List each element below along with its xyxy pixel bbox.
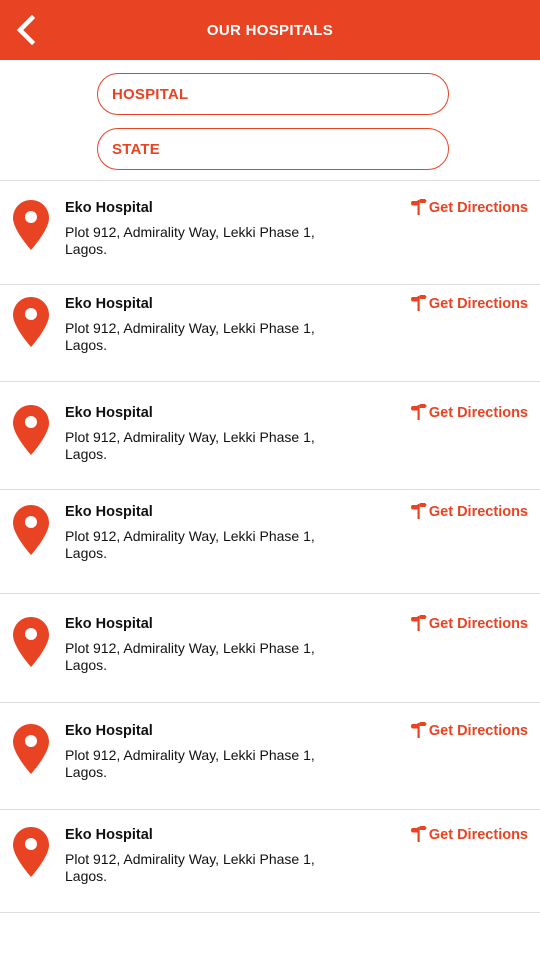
- hospital-address: Plot 912, Admirality Way, Lekki Phase 1,…: [65, 851, 315, 884]
- hospital-filter[interactable]: HOSPITAL: [97, 73, 449, 115]
- map-pin-icon: [13, 827, 49, 877]
- map-pin-icon: [13, 724, 49, 774]
- get-directions-label: Get Directions: [428, 616, 528, 632]
- get-directions-label: Get Directions: [428, 504, 528, 520]
- page-title: OUR HOSPITALS: [206, 22, 334, 39]
- hospital-list-item[interactable]: Eko Hospital Plot 912, Admirality Way, L…: [0, 703, 540, 810]
- hospital-name: Eko Hospital: [65, 616, 153, 632]
- hospital-address: Plot 912, Admirality Way, Lekki Phase 1,…: [65, 747, 315, 780]
- hospital-address: Plot 912, Admirality Way, Lekki Phase 1,…: [65, 528, 315, 561]
- hospital-list-item[interactable]: Eko Hospital Plot 912, Admirality Way, L…: [0, 490, 540, 594]
- hospital-address: Plot 912, Admirality Way, Lekki Phase 1,…: [65, 429, 315, 462]
- hospital-list: Eko Hospital Plot 912, Admirality Way, L…: [0, 180, 540, 913]
- get-directions-link[interactable]: Get Directions: [410, 825, 528, 843]
- get-directions-label: Get Directions: [428, 723, 528, 739]
- state-filter-label: STATE: [112, 140, 160, 158]
- map-pin-icon: [13, 505, 49, 555]
- signpost-icon: [410, 198, 427, 215]
- get-directions-label: Get Directions: [428, 827, 528, 843]
- map-pin-icon: [13, 297, 49, 347]
- hospital-name: Eko Hospital: [65, 827, 153, 843]
- hospital-address: Plot 912, Admirality Way, Lekki Phase 1,…: [65, 640, 315, 673]
- get-directions-label: Get Directions: [428, 296, 528, 312]
- app-bar: OUR HOSPITALS: [0, 0, 540, 60]
- hospital-list-item[interactable]: Eko Hospital Plot 912, Admirality Way, L…: [0, 594, 540, 703]
- map-pin-icon: [13, 405, 49, 455]
- get-directions-link[interactable]: Get Directions: [410, 403, 528, 421]
- get-directions-link[interactable]: Get Directions: [410, 294, 528, 312]
- state-filter[interactable]: STATE: [97, 128, 449, 170]
- hospital-filter-label: HOSPITAL: [112, 85, 189, 103]
- hospital-name: Eko Hospital: [65, 504, 153, 520]
- hospital-address: Plot 912, Admirality Way, Lekki Phase 1,…: [65, 224, 315, 257]
- get-directions-label: Get Directions: [428, 200, 528, 216]
- hospital-name: Eko Hospital: [65, 405, 153, 421]
- signpost-icon: [410, 502, 427, 519]
- get-directions-label: Get Directions: [428, 405, 528, 421]
- hospital-list-item[interactable]: Eko Hospital Plot 912, Admirality Way, L…: [0, 181, 540, 285]
- signpost-icon: [410, 825, 427, 842]
- hospital-name: Eko Hospital: [65, 723, 153, 739]
- hospital-list-item[interactable]: Eko Hospital Plot 912, Admirality Way, L…: [0, 382, 540, 490]
- get-directions-link[interactable]: Get Directions: [410, 502, 528, 520]
- hospital-name: Eko Hospital: [65, 200, 153, 216]
- hospital-name: Eko Hospital: [65, 296, 153, 312]
- hospital-list-item[interactable]: Eko Hospital Plot 912, Admirality Way, L…: [0, 285, 540, 382]
- signpost-icon: [410, 721, 427, 738]
- signpost-icon: [410, 403, 427, 420]
- signpost-icon: [410, 614, 427, 631]
- signpost-icon: [410, 294, 427, 311]
- map-pin-icon: [13, 200, 49, 250]
- filter-panel: HOSPITAL STATE: [0, 60, 540, 181]
- map-pin-icon: [13, 617, 49, 667]
- get-directions-link[interactable]: Get Directions: [410, 198, 528, 216]
- hospital-address: Plot 912, Admirality Way, Lekki Phase 1,…: [65, 320, 315, 353]
- get-directions-link[interactable]: Get Directions: [410, 721, 528, 739]
- get-directions-link[interactable]: Get Directions: [410, 614, 528, 632]
- hospital-list-item[interactable]: Eko Hospital Plot 912, Admirality Way, L…: [0, 810, 540, 913]
